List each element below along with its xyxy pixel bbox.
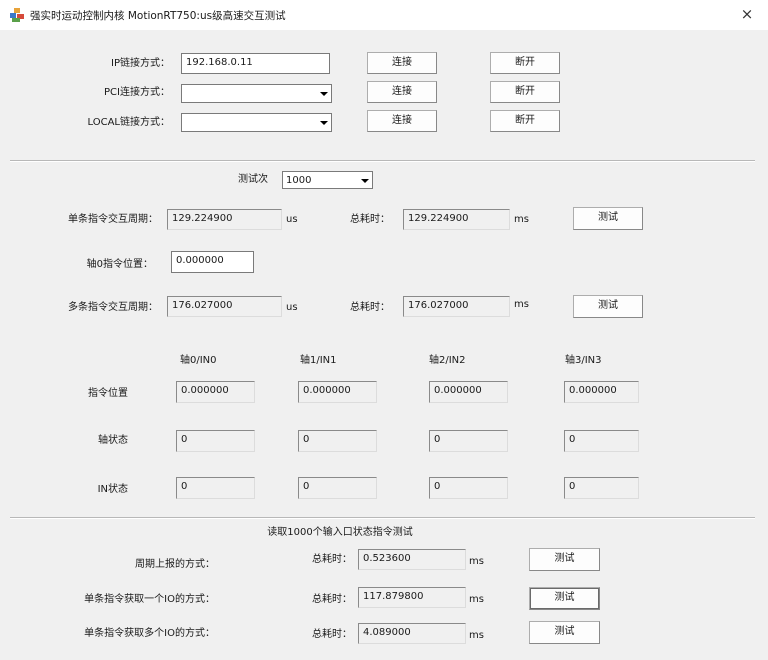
io-periodic-total-label: 总耗时：: [312, 554, 352, 565]
multi-cycle-unit: us: [286, 302, 298, 313]
grid-header-axis1: 轴1/IN1: [300, 355, 337, 366]
ip-address-input[interactable]: 192.168.0.11: [181, 53, 330, 74]
io-periodic-total-value: 0.523600: [358, 549, 466, 570]
grid-row-label-axis-status: 轴状态: [98, 435, 128, 446]
io-periodic-unit: ms: [469, 556, 484, 567]
test-count-label: 测试次: [238, 174, 268, 185]
axis0-position-label: 轴0指令位置：: [86, 259, 153, 270]
axis3-command-position: 0.000000: [564, 381, 639, 403]
ip-disconnect-button[interactable]: 断开: [490, 52, 560, 74]
chevron-down-icon: [320, 92, 328, 96]
local-disconnect-button[interactable]: 断开: [490, 110, 560, 132]
io-test-title: 读取1000个输入口状态指令测试: [267, 527, 413, 538]
in3-status: 0: [564, 477, 639, 499]
app-blocks-icon: [10, 8, 24, 22]
in2-status: 0: [429, 477, 508, 499]
multi-cycle-label: 多条指令交互周期：: [68, 302, 158, 313]
io-single-total-value: 117.879800: [358, 587, 466, 608]
io-multi-test-button[interactable]: 测试: [529, 621, 600, 644]
multi-total-value: 176.027000: [403, 296, 510, 317]
single-total-value: 129.224900: [403, 209, 510, 230]
ip-connect-button[interactable]: 连接: [367, 52, 437, 74]
io-multi-total-value: 4.089000: [358, 623, 466, 644]
local-select[interactable]: [181, 113, 332, 132]
multi-cycle-value: 176.027000: [167, 296, 282, 317]
chevron-down-icon: [361, 179, 369, 183]
io-single-unit: ms: [469, 594, 484, 605]
grid-row-label-position: 指令位置: [88, 388, 128, 399]
single-cycle-unit: us: [286, 214, 298, 225]
pci-connect-button[interactable]: 连接: [367, 81, 437, 103]
multi-total-label: 总耗时：: [350, 302, 390, 313]
grid-header-axis3: 轴3/IN3: [565, 355, 602, 366]
axis0-position-input[interactable]: 0.000000: [171, 251, 254, 273]
single-total-label: 总耗时：: [350, 214, 390, 225]
test-count-value: 1000: [286, 175, 312, 186]
axis2-status: 0: [429, 430, 508, 452]
single-cycle-value: 129.224900: [167, 209, 282, 230]
pci-label: PCI连接方式：: [104, 87, 170, 98]
test-count-select[interactable]: 1000: [282, 171, 373, 189]
grid-row-label-in-status: IN状态: [97, 484, 128, 495]
separator-1: [10, 160, 755, 162]
grid-header-axis2: 轴2/IN2: [429, 355, 466, 366]
single-total-unit: ms: [514, 214, 529, 225]
io-single-label: 单条指令获取一个IO的方式：: [84, 594, 215, 605]
axis0-command-position: 0.000000: [176, 381, 255, 403]
io-single-total-label: 总耗时：: [312, 594, 352, 605]
multi-test-button[interactable]: 测试: [573, 295, 643, 318]
local-connect-button[interactable]: 连接: [367, 110, 437, 132]
chevron-down-icon: [320, 121, 328, 125]
single-cycle-label: 单条指令交互周期：: [68, 214, 158, 225]
pci-select[interactable]: [181, 84, 332, 103]
io-multi-label: 单条指令获取多个IO的方式：: [84, 628, 215, 639]
window-title: 强实时运动控制内核 MotionRT750:us级高速交互测试: [30, 10, 286, 22]
local-label: LOCAL链接方式：: [87, 117, 170, 128]
io-multi-unit: ms: [469, 630, 484, 641]
io-single-test-button[interactable]: 测试: [529, 587, 600, 610]
axis2-command-position: 0.000000: [429, 381, 508, 403]
axis0-status: 0: [176, 430, 255, 452]
grid-header-axis0: 轴0/IN0: [180, 355, 217, 366]
in1-status: 0: [298, 477, 377, 499]
separator-2: [10, 517, 755, 519]
multi-total-unit: ms: [514, 299, 529, 310]
io-periodic-label: 周期上报的方式：: [135, 559, 215, 570]
axis1-command-position: 0.000000: [298, 381, 377, 403]
in0-status: 0: [176, 477, 255, 499]
axis1-status: 0: [298, 430, 377, 452]
axis3-status: 0: [564, 430, 639, 452]
ip-label: IP链接方式：: [111, 58, 170, 69]
single-test-button[interactable]: 测试: [573, 207, 643, 230]
io-multi-total-label: 总耗时：: [312, 629, 352, 640]
io-periodic-test-button[interactable]: 测试: [529, 548, 600, 571]
close-icon[interactable]: ×: [738, 5, 756, 23]
pci-disconnect-button[interactable]: 断开: [490, 81, 560, 103]
